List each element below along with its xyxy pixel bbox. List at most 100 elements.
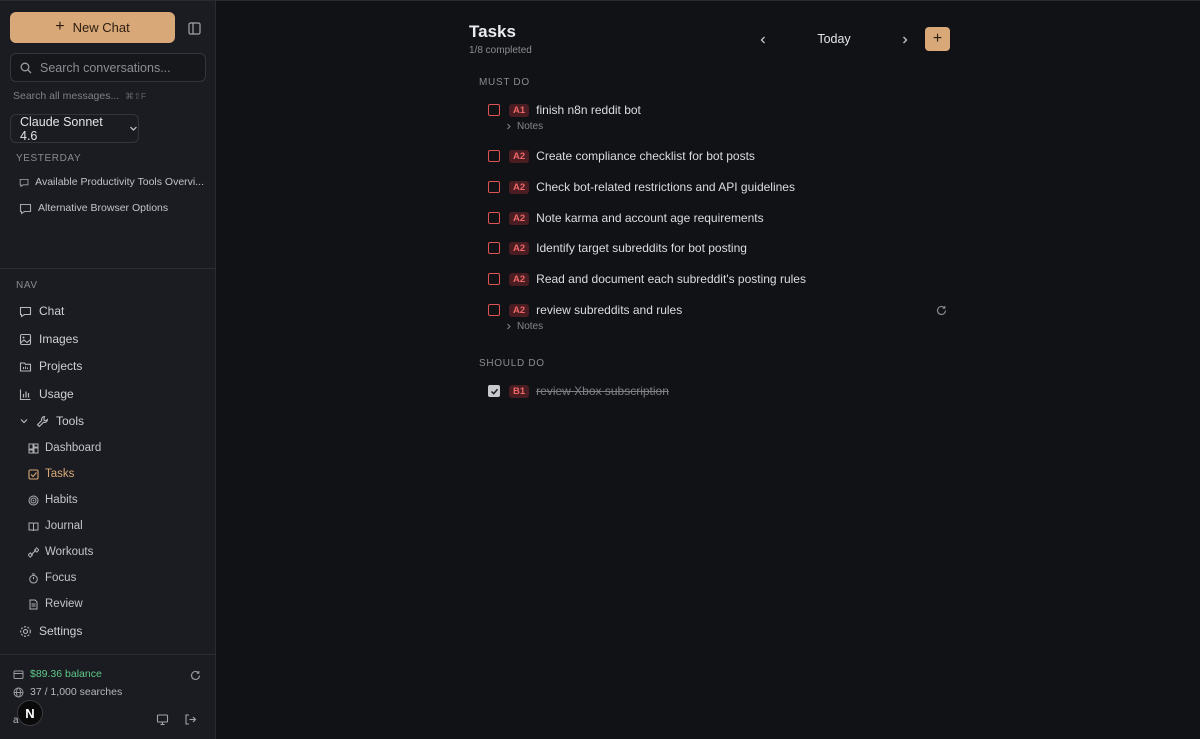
nav-item-focus[interactable]: Focus (28, 568, 76, 588)
completion-progress: 1/8 completed (469, 45, 532, 56)
conversation-title: Alternative Browser Options (38, 202, 169, 214)
check-icon (490, 388, 498, 395)
yesterday-label: YESTERDAY (16, 153, 82, 164)
nav-item-tasks[interactable]: Tasks (28, 464, 74, 484)
task-title[interactable]: review Xbox subscription (536, 384, 669, 398)
task-checkbox[interactable] (488, 385, 500, 397)
task-title[interactable]: review subreddits and rules (536, 303, 682, 317)
timer-icon (29, 573, 38, 583)
search-all-messages[interactable]: Search all messages... ⌘⇧F (13, 90, 146, 102)
task-title[interactable]: Note karma and account age requirements (536, 211, 763, 225)
priority-badge: A1 (509, 103, 530, 117)
task-checkbox[interactable] (488, 304, 500, 316)
chevron-down-icon (130, 126, 137, 131)
task-checkbox[interactable] (488, 242, 500, 254)
priority-badge: A2 (509, 211, 530, 225)
refresh-icon (190, 670, 201, 680)
wrench-icon (36, 415, 49, 427)
task-item: A2 Note karma and account age requiremen… (488, 210, 764, 226)
task-title[interactable]: Create compliance checklist for bot post… (536, 149, 755, 163)
nav-item-label: Chat (39, 304, 65, 318)
model-selector[interactable]: Claude Sonnet 4.6 (10, 114, 139, 143)
nav-item-chat[interactable]: Chat (19, 301, 64, 321)
priority-badge: A2 (509, 180, 530, 194)
nav-item-label: Tasks (45, 468, 75, 480)
dumbbell-icon (28, 546, 39, 558)
priority-badge: B1 (509, 384, 530, 398)
conversation-item[interactable]: Available Productivity Tools Overvi... (19, 173, 204, 191)
chevron-left-icon (760, 36, 765, 44)
search-input[interactable] (40, 60, 195, 75)
add-task-button[interactable]: + (925, 27, 950, 51)
globe-icon (13, 687, 24, 697)
conversation-title: Available Productivity Tools Overvi... (35, 176, 204, 188)
image-icon (19, 333, 32, 345)
nav-item-label: Workouts (45, 546, 94, 558)
target-icon (28, 495, 39, 505)
nav-item-label: Review (45, 598, 83, 610)
task-checkbox[interactable] (488, 104, 500, 116)
monitor-icon (156, 714, 169, 726)
recurring-button[interactable] (936, 304, 947, 319)
nav-item-label: Focus (45, 572, 77, 584)
logout-button[interactable] (184, 713, 197, 729)
notes-label: Notes (517, 321, 544, 332)
new-chat-label: New Chat (72, 20, 130, 35)
search-all-shortcut: ⌘⇧F (125, 91, 147, 101)
task-checkbox[interactable] (488, 150, 500, 162)
nav-item-habits[interactable]: Habits (28, 490, 78, 510)
task-title[interactable]: Check bot-related restrictions and API g… (536, 180, 795, 194)
nav-item-label: Images (39, 332, 79, 346)
folder-icon (19, 361, 32, 372)
searches-row: 37 / 1,000 searches (13, 686, 122, 698)
refresh-balance-button[interactable] (190, 669, 201, 684)
balance-value: $89.36 balance (30, 668, 102, 680)
nav-item-dashboard[interactable]: Dashboard (28, 438, 101, 458)
nav-item-usage[interactable]: Usage (19, 384, 74, 404)
nav-item-label: Tools (56, 414, 85, 428)
gear-icon (20, 625, 31, 637)
task-item: A2 review subreddits and rules (488, 302, 682, 318)
nav-item-images[interactable]: Images (19, 329, 78, 349)
task-title[interactable]: finish n8n reddit bot (536, 103, 641, 117)
notes-toggle[interactable]: Notes (505, 121, 543, 132)
sidebar: + New Chat Search all messages... ⌘⇧F Cl… (0, 0, 216, 739)
task-item: A2 Read and document each subreddit's po… (488, 271, 806, 287)
date-label[interactable]: Today (804, 32, 864, 46)
repeat-icon (936, 305, 947, 315)
task-title[interactable]: Read and document each subreddit's posti… (536, 272, 806, 286)
nav-item-review[interactable]: Review (28, 594, 83, 614)
search-conversations[interactable] (10, 53, 206, 82)
file-text-icon (29, 599, 38, 609)
task-title[interactable]: Identify target subreddits for bot posti… (536, 241, 747, 255)
plus-icon: + (932, 30, 943, 47)
task-checkbox[interactable] (488, 212, 500, 224)
avatar[interactable]: N (17, 700, 43, 726)
plus-icon: + (55, 18, 65, 35)
nav-item-workouts[interactable]: Workouts (28, 542, 93, 562)
collapse-sidebar-button[interactable] (185, 19, 203, 37)
new-chat-button[interactable]: + New Chat (10, 12, 175, 43)
nav-item-projects[interactable]: Projects (19, 356, 82, 376)
previous-day-button[interactable] (754, 31, 772, 49)
task-checkbox[interactable] (488, 181, 500, 193)
nav-item-label: Journal (45, 520, 83, 532)
bar-chart-icon (19, 389, 31, 400)
logout-icon (185, 714, 197, 725)
display-button[interactable] (156, 713, 169, 729)
task-checkbox[interactable] (488, 273, 500, 285)
notes-toggle[interactable]: Notes (505, 321, 543, 332)
nav-item-tools[interactable]: Tools (19, 411, 84, 431)
next-day-button[interactable] (896, 31, 914, 49)
chevron-right-icon (507, 123, 511, 130)
chevron-right-icon (903, 36, 908, 44)
divider (0, 268, 216, 269)
conversation-item[interactable]: Alternative Browser Options (19, 199, 204, 217)
nav-item-settings[interactable]: Settings (19, 621, 82, 641)
task-item: A2 Check bot-related restrictions and AP… (488, 179, 795, 195)
nav-item-label: Habits (45, 494, 78, 506)
dashboard-icon (28, 443, 39, 453)
task-item: A2 Create compliance checklist for bot p… (488, 148, 755, 164)
nav-item-journal[interactable]: Journal (28, 516, 83, 536)
nav-item-label: Projects (39, 359, 83, 373)
